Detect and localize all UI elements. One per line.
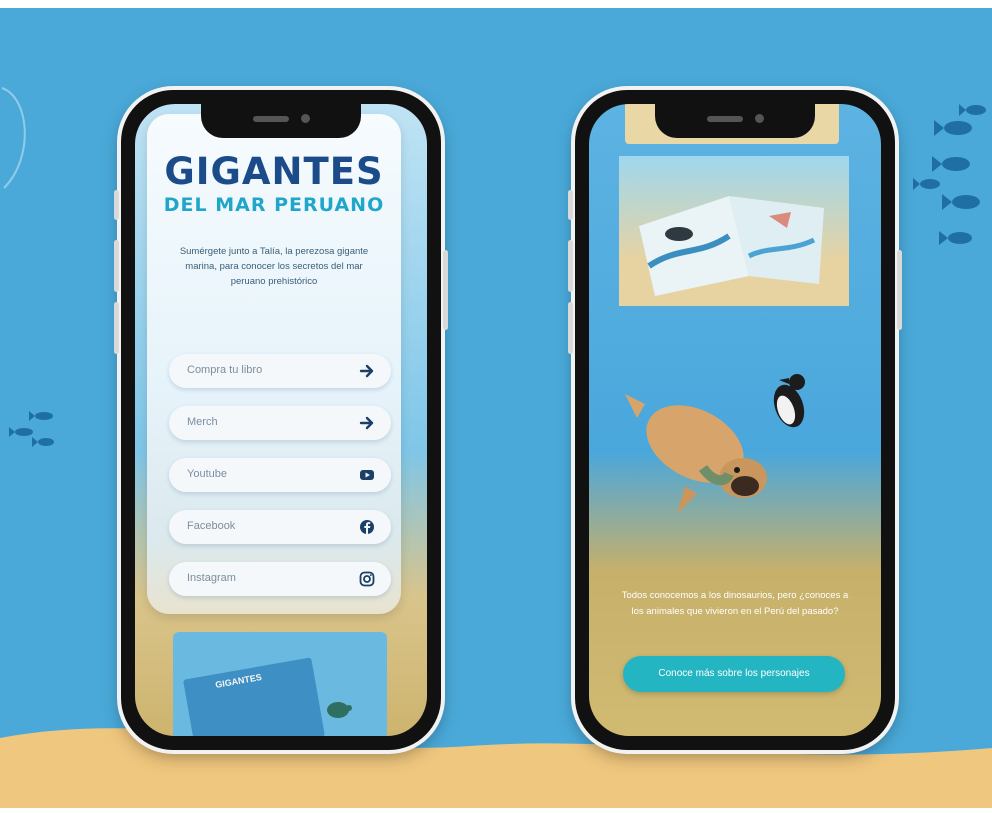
facebook-icon [360,520,374,534]
phone-volume-up [114,240,119,292]
link-button-buy-book[interactable]: Compra tu libro [169,354,391,388]
arrow-right-icon [359,416,374,430]
link-button-facebook[interactable]: Facebook [169,510,391,544]
giant-sloth-illustration-icon [625,394,767,514]
link-button-label: Youtube [187,468,227,480]
youtube-icon [360,470,374,480]
arrow-right-icon [359,364,374,378]
turtle-illustration-icon [327,702,352,718]
right-phone-mockup: Todos conocemos a los dinosaurios, pero … [568,90,902,750]
open-book-photo [619,156,849,306]
link-button-merch[interactable]: Merch [169,406,391,440]
link-button-instagram[interactable]: Instagram [169,562,391,596]
phone-notch [201,104,361,138]
phone-power-button [897,250,902,330]
link-card: GIGANTES DEL MAR PERUANO Sumérgete junto… [147,114,401,614]
penguin-illustration-icon [773,374,805,428]
logo-title: GIGANTES [164,150,384,193]
link-button-label: Compra tu libro [187,364,263,376]
book-preview-image: GIGANTES [173,632,387,736]
link-button-label: Facebook [187,520,236,532]
link-button-youtube[interactable]: Youtube [169,458,391,492]
fish-school-left-icon [9,411,54,447]
open-book-illustration-icon [639,196,824,296]
logo-subtitle: DEL MAR PERUANO [163,194,385,216]
instagram-icon [359,571,375,587]
link-button-label: Instagram [187,572,236,584]
intro-text: Sumérgete junto a Talía, la perezosa gig… [179,246,369,287]
fish-school-right-icon [913,104,986,245]
phone-volume-down [114,302,119,354]
phone-volume-up [568,240,573,292]
bubble-outline-icon [1,87,26,189]
left-phone-screen: GIGANTES DEL MAR PERUANO Sumérgete junto… [135,104,427,736]
book-cover [183,657,325,736]
phone-mute-switch [568,190,573,220]
link-button-label: Merch [187,416,218,428]
description-text: Todos conocemos a los dinosaurios, pero … [621,590,849,617]
phone-notch [655,104,815,138]
left-phone-mockup: GIGANTES DEL MAR PERUANO Sumérgete junto… [114,90,448,750]
phone-volume-down [568,302,573,354]
phone-mute-switch [114,190,119,220]
phone-power-button [443,250,448,330]
meet-characters-button[interactable]: Conoce más sobre los personajes [623,656,845,692]
right-phone-screen: Todos conocemos a los dinosaurios, pero … [589,104,881,736]
